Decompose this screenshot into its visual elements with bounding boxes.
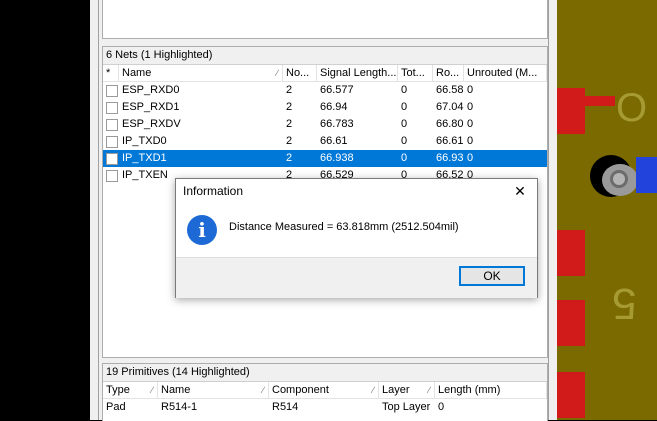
primitives-list: 19 Primitives (14 Highlighted) Type ∕ Nam…: [102, 363, 548, 421]
col-signal-length[interactable]: Signal Length...: [317, 65, 398, 81]
net-total: 0: [401, 118, 408, 130]
net-total: 0: [401, 135, 408, 147]
net-routed: 67.04: [436, 101, 464, 113]
pcb-bottom-trace[interactable]: [636, 157, 657, 193]
pcb-pad[interactable]: [557, 88, 585, 134]
prim-length: 0: [438, 401, 445, 413]
col-name[interactable]: Name ∕: [119, 65, 283, 81]
net-name: IP_TXD0: [122, 135, 167, 147]
sort-icon: ∕: [276, 68, 278, 78]
col-star[interactable]: *: [103, 65, 119, 81]
net-signal-length: 66.938: [320, 152, 354, 164]
table-row-selected[interactable]: IP_TXD1 2 66.938 0 66.93 0: [103, 150, 547, 167]
panel-border-left: [98, 0, 99, 420]
net-total: 0: [401, 152, 408, 164]
panel-border-right: [548, 0, 549, 420]
net-name: ESP_RXD0: [122, 84, 180, 96]
sort-icon: ∕: [372, 385, 374, 395]
sort-icon: ∕: [428, 385, 430, 395]
table-row[interactable]: ESP_RXDV 2 66.783 0 66.80 0: [103, 116, 547, 133]
net-signal-length: 66.61: [320, 135, 348, 147]
sort-icon: ∕: [262, 385, 264, 395]
net-name: ESP_RXD1: [122, 101, 180, 113]
net-unrouted: 0: [467, 152, 474, 164]
net-unrouted: 0: [467, 118, 474, 130]
net-name: ESP_RXDV: [122, 118, 181, 130]
col-component[interactable]: Component ∕: [269, 382, 379, 398]
information-dialog: Information ✕ i Distance Measured = 63.8…: [175, 178, 538, 298]
col-routed[interactable]: Ro...: [433, 65, 464, 81]
dialog-footer: OK: [176, 257, 537, 298]
col-length[interactable]: Length (mm): [435, 382, 547, 398]
row-checkbox[interactable]: [106, 85, 118, 97]
net-routed: 66.80: [436, 118, 464, 130]
prim-name: R514-1: [161, 401, 198, 413]
sort-icon: ∕: [151, 385, 153, 395]
panel-top-list: [102, 0, 548, 39]
net-signal-length: 66.783: [320, 118, 354, 130]
row-checkbox[interactable]: [106, 136, 118, 148]
prim-component: R514: [272, 401, 299, 413]
net-unrouted: 0: [467, 135, 474, 147]
net-signal-length: 66.577: [320, 84, 354, 96]
net-nodes: 2: [286, 118, 293, 130]
prim-type: Pad: [106, 401, 126, 413]
net-routed: 66.61: [436, 135, 464, 147]
table-row[interactable]: ESP_RXD0 2 66.577 0 66.58 0: [103, 82, 547, 99]
net-name: IP_TXD1: [122, 152, 167, 164]
table-row[interactable]: Pad R514-1 R514 Top Layer 0: [103, 399, 547, 416]
dialog-title: Information: [183, 184, 244, 198]
net-routed: 66.58: [436, 84, 464, 96]
net-unrouted: 0: [467, 101, 474, 113]
col-type[interactable]: Type ∕: [103, 382, 158, 398]
dialog-message: Distance Measured = 63.818mm (2512.504mi…: [229, 221, 459, 233]
pcb-via-center: [610, 170, 628, 188]
ok-button[interactable]: OK: [459, 266, 525, 286]
nets-header: 6 Nets (1 Highlighted): [103, 47, 547, 65]
table-row[interactable]: ESP_RXD1 2 66.94 0 67.04 0: [103, 99, 547, 116]
table-row[interactable]: IP_TXD0 2 66.61 0 66.61 0: [103, 133, 547, 150]
col-unrouted[interactable]: Unrouted (M...: [464, 65, 547, 81]
net-nodes: 2: [286, 135, 293, 147]
col-nodes[interactable]: No...: [283, 65, 317, 81]
row-checkbox[interactable]: [106, 170, 118, 182]
canvas-left-area: [0, 0, 90, 420]
dialog-titlebar[interactable]: Information ✕: [176, 179, 537, 203]
primitives-column-headers: Type ∕ Name ∕ Component ∕ Layer ∕ Length (mm…: [103, 382, 547, 399]
net-total: 0: [401, 84, 408, 96]
net-nodes: 2: [286, 84, 293, 96]
net-total: 0: [401, 101, 408, 113]
row-checkbox[interactable]: [106, 119, 118, 131]
pcb-pad[interactable]: [557, 300, 585, 346]
row-checkbox[interactable]: [106, 153, 118, 165]
pcb-trace[interactable]: [585, 96, 615, 106]
net-signal-length: 66.94: [320, 101, 348, 113]
pcb-silkscreen-text: O: [616, 86, 648, 130]
info-icon: i: [187, 215, 217, 245]
prim-layer: Top Layer: [382, 401, 431, 413]
row-checkbox[interactable]: [106, 102, 118, 114]
nets-column-headers: * Name ∕ No... Signal Length... Tot... Ro…: [103, 65, 547, 82]
pcb-canvas[interactable]: [557, 0, 657, 420]
col-total[interactable]: Tot...: [398, 65, 433, 81]
pcb-pad[interactable]: [557, 230, 585, 276]
pcb-silkscreen-text: 5: [612, 279, 637, 328]
net-routed: 66.93: [436, 152, 464, 164]
col-name[interactable]: Name ∕: [158, 382, 269, 398]
net-nodes: 2: [286, 152, 293, 164]
net-nodes: 2: [286, 101, 293, 113]
net-unrouted: 0: [467, 84, 474, 96]
col-layer[interactable]: Layer ∕: [379, 382, 435, 398]
pcb-pad[interactable]: [557, 372, 585, 418]
primitives-header: 19 Primitives (14 Highlighted): [103, 364, 547, 382]
close-icon[interactable]: ✕: [503, 179, 537, 203]
